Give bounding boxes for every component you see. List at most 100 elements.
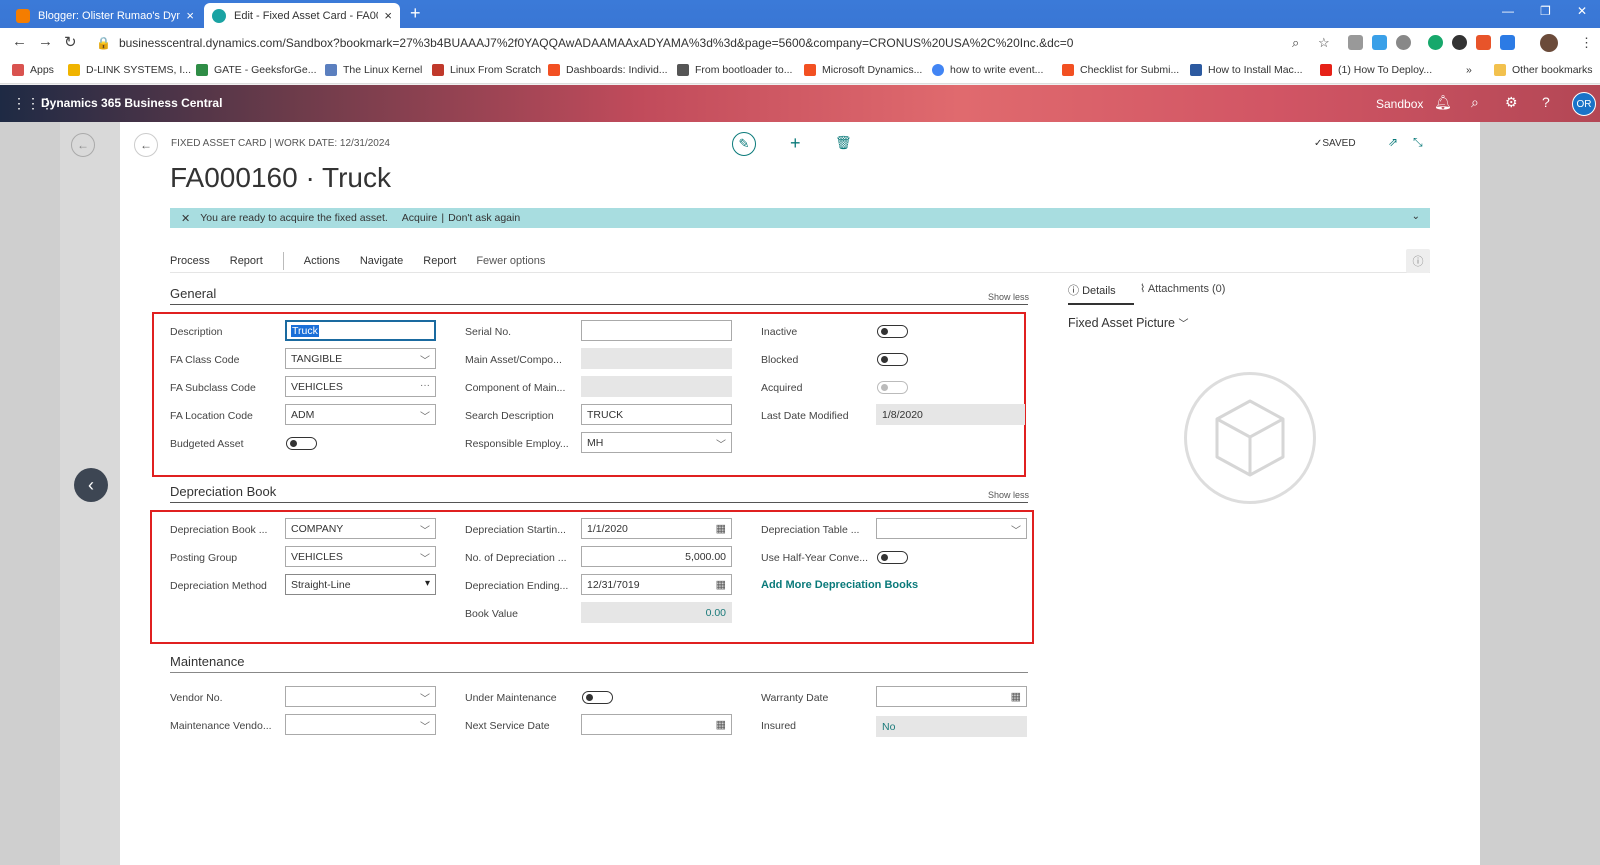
delete-icon[interactable]: 🗑︎ xyxy=(835,135,852,151)
blocked-toggle[interactable] xyxy=(877,353,908,366)
minimize-icon[interactable]: — xyxy=(1502,4,1514,18)
extension-icon[interactable] xyxy=(1348,35,1363,50)
under-maintenance-toggle[interactable] xyxy=(582,691,613,704)
bookmark[interactable]: D-LINK SYSTEMS, I... xyxy=(68,64,191,76)
action-navigate[interactable]: Navigate xyxy=(360,255,403,267)
bookmark[interactable]: how to write event... xyxy=(932,64,1043,76)
section-depreciation-heading[interactable]: Depreciation Book xyxy=(170,484,276,499)
calendar-icon[interactable]: ▦ xyxy=(716,718,726,731)
action-report[interactable]: Report xyxy=(230,255,263,267)
calendar-icon[interactable]: ▦ xyxy=(716,522,726,535)
section-maintenance-heading[interactable]: Maintenance xyxy=(170,654,244,669)
search-icon[interactable]: ⌕ xyxy=(1471,94,1479,111)
extension-icon[interactable] xyxy=(1500,35,1515,50)
help-icon[interactable]: ? xyxy=(1542,94,1550,110)
budgeted-asset-toggle[interactable] xyxy=(286,437,317,450)
depreciation-table-code-field[interactable]: ﹀ xyxy=(876,518,1027,539)
bookmark[interactable]: Apps xyxy=(12,64,54,76)
forward-icon[interactable]: → xyxy=(38,33,53,50)
bookmark[interactable]: Checklist for Submi... xyxy=(1062,64,1179,76)
depreciation-book-code-field[interactable]: COMPANY ﹀ xyxy=(285,518,436,539)
new-icon[interactable]: + xyxy=(790,133,801,154)
previous-record-button[interactable]: ‹ xyxy=(74,468,108,502)
bell-icon[interactable]: 🔔︎ xyxy=(1434,94,1452,111)
fa-class-code-field[interactable]: TANGIBLE ﹀ xyxy=(285,348,436,369)
calendar-icon[interactable]: ▦ xyxy=(1011,690,1021,703)
open-new-window-icon[interactable]: ⇗ xyxy=(1388,135,1398,149)
background-back-icon[interactable]: ← xyxy=(71,133,95,157)
depreciation-method-select[interactable]: Straight-Line ▾ xyxy=(285,574,436,595)
use-half-year-convention-toggle[interactable] xyxy=(877,551,908,564)
tab-fixed-asset-card[interactable]: Edit - Fixed Asset Card - FA00016 × xyxy=(204,3,400,28)
more-bookmarks[interactable]: » xyxy=(1466,64,1472,76)
extension-icon[interactable] xyxy=(1396,35,1411,50)
calendar-icon[interactable]: ▦ xyxy=(716,578,726,591)
description-field[interactable]: Truck xyxy=(285,320,436,341)
acquire-link[interactable]: Acquire xyxy=(402,212,438,224)
depreciation-starting-date-field[interactable]: 1/1/2020 ▦ xyxy=(581,518,732,539)
bookmark[interactable]: Other bookmarks xyxy=(1494,64,1593,76)
dont-ask-again-link[interactable]: Don't ask again xyxy=(448,212,520,224)
back-icon[interactable]: ← xyxy=(12,33,27,50)
fixed-asset-picture-heading[interactable]: Fixed Asset Picture ﹀ xyxy=(1068,315,1188,330)
edit-icon[interactable]: ✎ xyxy=(732,132,756,156)
restore-icon[interactable]: ❐ xyxy=(1540,4,1551,18)
vendor-no-field[interactable]: ﹀ xyxy=(285,686,436,707)
dismiss-icon[interactable]: ✕ xyxy=(181,212,190,225)
fa-location-code-field[interactable]: ADM ﹀ xyxy=(285,404,436,425)
extension-icon[interactable] xyxy=(1452,35,1467,50)
zoom-icon[interactable]: ⌕ xyxy=(1292,35,1299,51)
search-description-field[interactable]: TRUCK xyxy=(581,404,732,425)
next-service-date-field[interactable]: ▦ xyxy=(581,714,732,735)
bookmark[interactable]: Dashboards: Individ... xyxy=(548,64,668,76)
fixed-asset-picture[interactable] xyxy=(1184,372,1316,504)
posting-group-field[interactable]: VEHICLES ﹀ xyxy=(285,546,436,567)
tab-attachments[interactable]: ⌇ Attachments (0) xyxy=(1140,282,1225,295)
reload-icon[interactable]: ↻ xyxy=(64,33,77,51)
collapse-icon[interactable]: ⤡ xyxy=(1413,135,1423,150)
bookmark[interactable]: (1) How To Deploy... xyxy=(1320,64,1432,76)
add-more-depreciation-books-link[interactable]: Add More Depreciation Books xyxy=(761,579,918,591)
close-icon[interactable]: × xyxy=(384,8,392,23)
bookmark[interactable]: GATE - GeeksforGe... xyxy=(196,64,317,76)
serial-no-field[interactable] xyxy=(581,320,732,341)
bookmark[interactable]: How to Install Mac... xyxy=(1190,64,1303,76)
url-field[interactable]: 🔒 businesscentral.dynamics.com/Sandbox?bo… xyxy=(96,36,1073,50)
tab-blogger[interactable]: Blogger: Olister Rumao's Dynamics × xyxy=(8,3,202,28)
star-icon[interactable]: ☆ xyxy=(1318,35,1330,51)
inactive-toggle[interactable] xyxy=(877,325,908,338)
fa-subclass-code-field[interactable]: VEHICLES ··· xyxy=(285,376,436,397)
chevron-down-icon[interactable]: ⌄ xyxy=(1412,211,1420,222)
ellipsis-icon[interactable]: ··· xyxy=(420,380,430,391)
depreciation-ending-date-field[interactable]: 12/31/7019 ▦ xyxy=(581,574,732,595)
bookmark[interactable]: The Linux Kernel xyxy=(325,64,422,76)
profile-avatar[interactable] xyxy=(1540,34,1558,52)
bookmark[interactable]: Linux From Scratch xyxy=(432,64,541,76)
app-name[interactable]: Dynamics 365 Business Central xyxy=(41,96,222,110)
action-report-2[interactable]: Report xyxy=(423,255,456,267)
action-fewer-options[interactable]: Fewer options xyxy=(476,255,545,267)
tab-details[interactable]: ⓘ Details xyxy=(1068,282,1116,298)
maintenance-vendor-no-field[interactable]: ﹀ xyxy=(285,714,436,735)
no-of-depreciation-years-field[interactable]: 5,000.00 xyxy=(581,546,732,567)
bookmark[interactable]: Microsoft Dynamics... xyxy=(804,64,922,76)
action-actions[interactable]: Actions xyxy=(304,255,340,267)
close-icon[interactable]: × xyxy=(186,8,194,23)
back-button[interactable]: ← xyxy=(134,133,158,157)
info-icon[interactable]: ⓘ xyxy=(1406,249,1430,273)
menu-icon[interactable]: ⋮ xyxy=(1580,35,1593,51)
extension-icon[interactable] xyxy=(1476,35,1491,50)
show-less-link[interactable]: Show less xyxy=(988,490,1029,500)
section-general-heading[interactable]: General xyxy=(170,286,216,301)
close-window-icon[interactable]: ✕ xyxy=(1577,4,1587,18)
responsible-employee-field[interactable]: MH ﹀ xyxy=(581,432,732,453)
grammarly-icon[interactable] xyxy=(1428,35,1443,50)
extension-icon[interactable] xyxy=(1372,35,1387,50)
new-tab-button[interactable]: + xyxy=(410,3,421,24)
show-less-link[interactable]: Show less xyxy=(988,292,1029,302)
bookmark[interactable]: From bootloader to... xyxy=(677,64,792,76)
gear-icon[interactable]: ⚙ xyxy=(1505,94,1518,111)
warranty-date-field[interactable]: ▦ xyxy=(876,686,1027,707)
avatar[interactable]: OR xyxy=(1572,92,1596,116)
action-process[interactable]: Process xyxy=(170,255,210,267)
